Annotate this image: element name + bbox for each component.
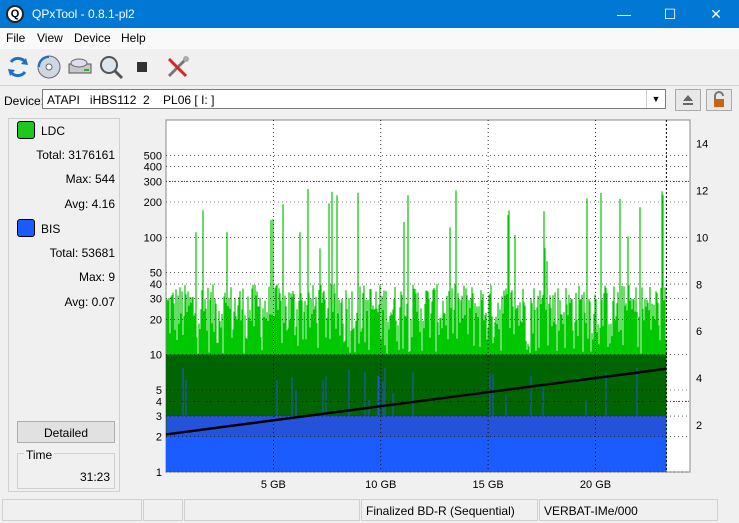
stats-panel: LDC Total: 3176161 Max: 544 Avg: 4.16 BI… bbox=[8, 118, 120, 492]
resize-grip-icon[interactable] bbox=[719, 499, 737, 521]
status-media-id: VERBAT-IMe/000 bbox=[539, 499, 718, 521]
time-label: Time bbox=[24, 448, 55, 462]
menu-bar: File View Device Help bbox=[0, 28, 739, 49]
y-right-tick-label: 12 bbox=[696, 185, 708, 197]
y-left-tick-label: 40 bbox=[150, 279, 162, 291]
chart-area: 5 GB 10 GB 15 GB 20 GB 500 400 300 200 100 50 40 30… bbox=[130, 116, 730, 496]
status-bar: Finalized BD-R (Sequential) VERBAT-IMe/0… bbox=[0, 497, 739, 523]
ldc-total: Total: 3176161 bbox=[36, 148, 115, 162]
y-left-tick-label: 400 bbox=[144, 162, 162, 174]
y-right-tick-label: 2 bbox=[696, 420, 702, 432]
search-icon[interactable] bbox=[97, 53, 125, 81]
y-right-tick-label: 14 bbox=[696, 138, 708, 150]
device-select[interactable]: ATAPI iHBS112 2 PL06 [ I: ] ▼ bbox=[42, 89, 666, 109]
window-title: QPxTool - 0.8.1-pl2 bbox=[32, 7, 135, 21]
y-left-tick-label: 200 bbox=[144, 197, 162, 209]
menu-device[interactable]: Device bbox=[74, 31, 111, 45]
refresh-icon[interactable] bbox=[4, 53, 32, 81]
app-logo-icon: Q bbox=[6, 5, 24, 23]
y-left-tick-label: 20 bbox=[150, 314, 162, 326]
ldc-legend-swatch bbox=[17, 121, 35, 139]
y-right-tick-label: 8 bbox=[696, 279, 702, 291]
x-tick-label: 5 GB bbox=[261, 479, 286, 491]
device-bar: Device: ATAPI iHBS112 2 PL06 [ I: ] ▼ bbox=[0, 86, 739, 114]
device-label: Device: bbox=[4, 94, 45, 108]
menu-view[interactable]: View bbox=[37, 31, 63, 45]
chevron-down-icon[interactable]: ▼ bbox=[646, 90, 665, 108]
ldc-label: LDC bbox=[41, 124, 66, 138]
y-left-tick-label: 10 bbox=[150, 350, 162, 362]
disc-scan-icon[interactable] bbox=[35, 53, 63, 81]
status-cell-2 bbox=[143, 499, 183, 521]
bis-legend-swatch bbox=[17, 219, 35, 237]
menu-help[interactable]: Help bbox=[121, 31, 146, 45]
ldc-max: Max: 544 bbox=[65, 172, 115, 186]
y-left-tick-label: 1 bbox=[156, 467, 162, 479]
close-button[interactable]: ✕ bbox=[693, 0, 739, 28]
y-left-tick-label: 50 bbox=[150, 268, 162, 280]
lock-icon bbox=[714, 91, 724, 107]
eject-icon bbox=[683, 95, 693, 105]
y-right-tick-label: 10 bbox=[696, 232, 708, 244]
time-box: Time 31:23 bbox=[17, 448, 115, 489]
eject-button[interactable] bbox=[675, 89, 701, 111]
bis-max: Max: 9 bbox=[78, 270, 115, 284]
x-tick-label: 15 GB bbox=[473, 479, 504, 491]
toolbar bbox=[0, 49, 739, 86]
bis-label: BIS bbox=[41, 222, 61, 236]
stop-icon[interactable] bbox=[128, 53, 156, 81]
ldc-avg: Avg: 4.16 bbox=[64, 197, 116, 211]
x-tick-label: 20 GB bbox=[580, 479, 611, 491]
bis-avg: Avg: 0.07 bbox=[64, 295, 116, 309]
x-tick-label: 10 GB bbox=[365, 479, 396, 491]
y-left-tick-label: 4 bbox=[156, 396, 162, 408]
y-left-tick-label: 5 bbox=[156, 385, 162, 397]
tools-icon[interactable] bbox=[164, 53, 192, 81]
status-cell-3 bbox=[184, 499, 360, 521]
lock-button[interactable] bbox=[706, 89, 732, 111]
maximize-button[interactable]: ☐ bbox=[647, 0, 693, 28]
y-left-tick-label: 30 bbox=[150, 294, 162, 306]
y-left-tick-label: 3 bbox=[156, 411, 162, 423]
y-left-tick-label: 500 bbox=[144, 150, 162, 162]
y-left-tick-label: 300 bbox=[144, 176, 162, 188]
device-value: ATAPI iHBS112 2 PL06 [ I: ] bbox=[47, 93, 215, 107]
bis-total: Total: 53681 bbox=[49, 246, 115, 260]
bis-series bbox=[166, 436, 667, 472]
status-disc-type: Finalized BD-R (Sequential) bbox=[361, 499, 538, 521]
menu-file[interactable]: File bbox=[6, 31, 25, 45]
y-left-tick-label: 100 bbox=[144, 232, 162, 244]
minimize-button[interactable]: — bbox=[601, 0, 647, 28]
time-value: 31:23 bbox=[79, 470, 110, 484]
detailed-button[interactable]: Detailed bbox=[17, 421, 115, 443]
title-bar: Q QPxTool - 0.8.1-pl2 — ☐ ✕ bbox=[0, 0, 739, 28]
y-left-tick-label: 2 bbox=[156, 432, 162, 444]
drive-icon[interactable] bbox=[66, 53, 94, 81]
ldc-bis-chart: 5 GB 10 GB 15 GB 20 GB 500400 300 200 100 5040 30… bbox=[144, 119, 708, 491]
status-cell-1 bbox=[2, 499, 142, 521]
y-right-tick-label: 6 bbox=[696, 326, 702, 338]
y-right-tick-label: 4 bbox=[696, 373, 702, 385]
